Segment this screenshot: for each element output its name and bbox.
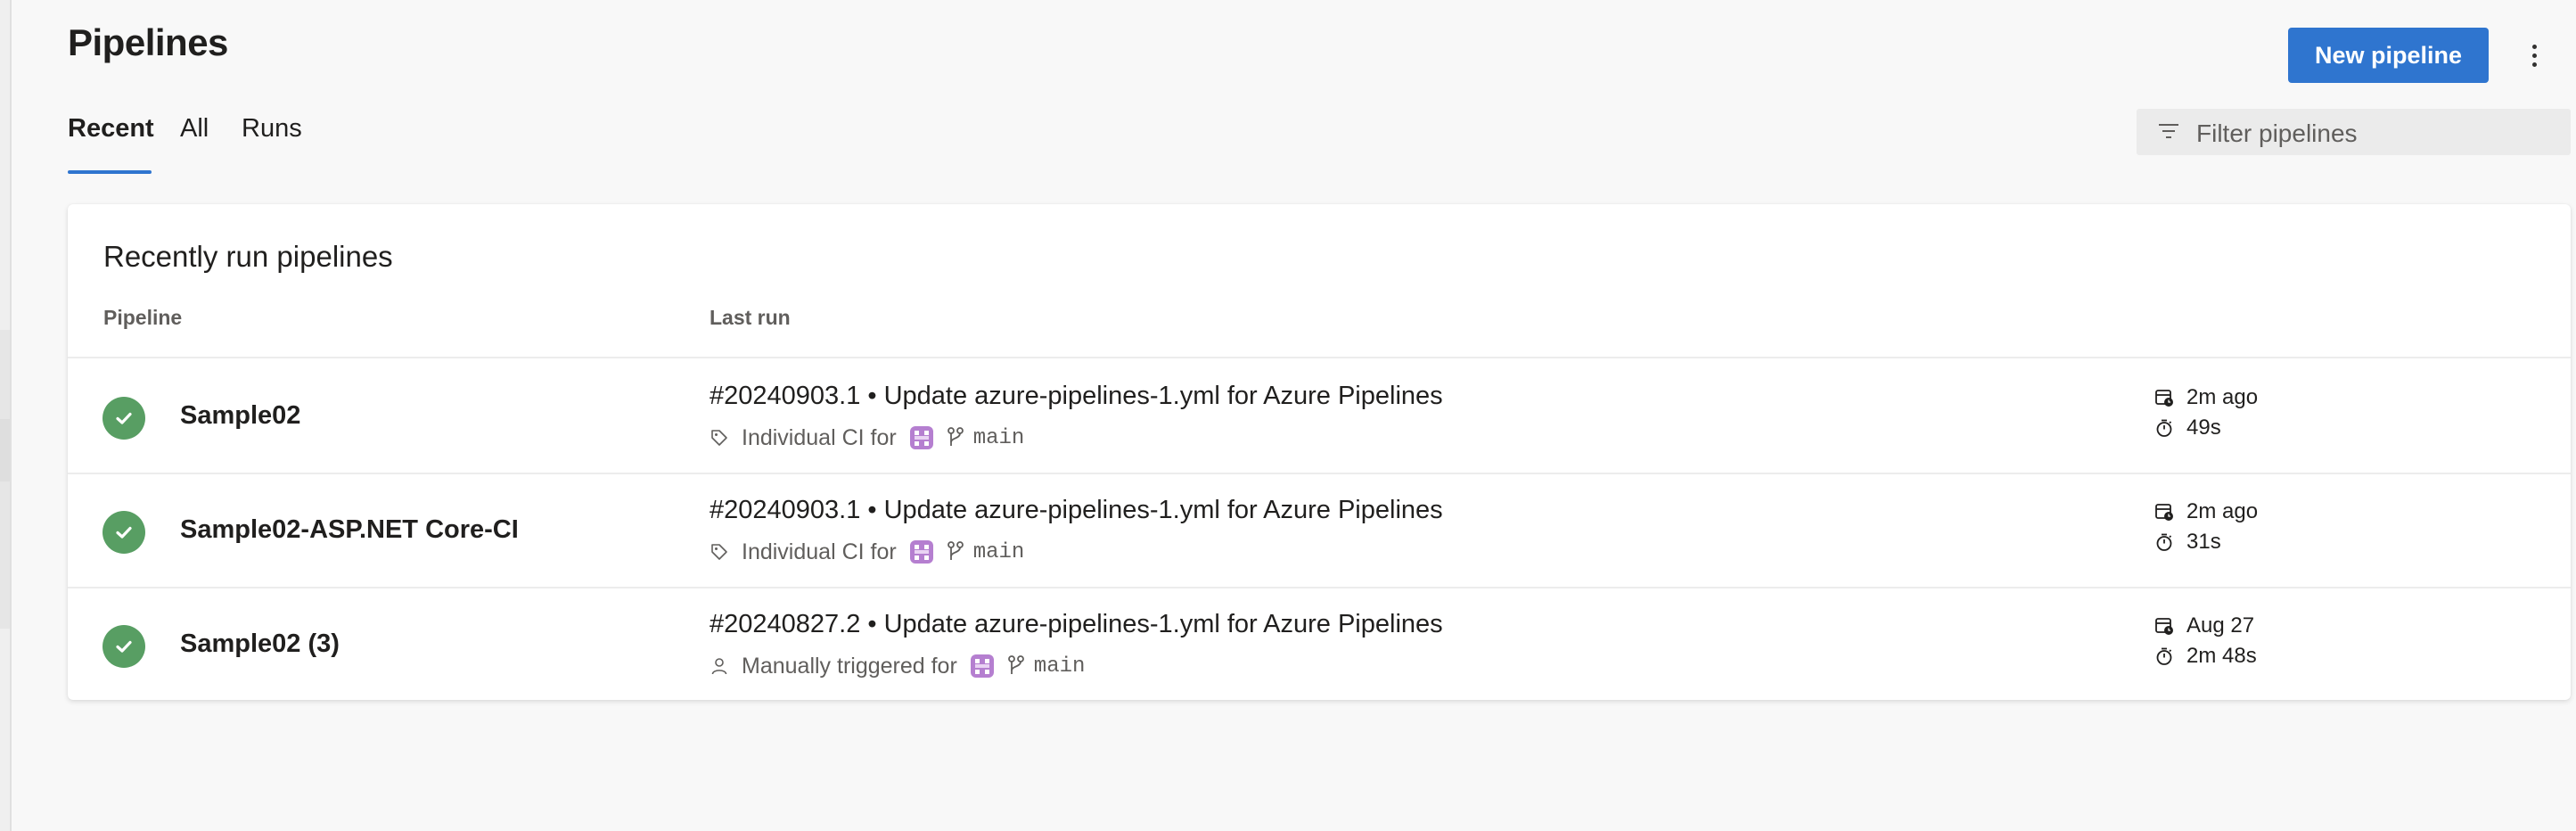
run-duration: 2m 48s — [2154, 644, 2257, 669]
run-duration-value: 2m 48s — [2186, 644, 2257, 668]
run-trigger-info: Individual CI for main — [710, 538, 1024, 566]
repository-avatar-icon — [909, 540, 933, 564]
column-header-pipeline: Pipeline — [103, 306, 183, 329]
branch-icon — [1007, 655, 1024, 674]
trigger-text: Individual CI for — [742, 424, 897, 450]
active-tab-indicator — [68, 170, 152, 174]
status-succeeded-icon — [103, 397, 145, 440]
run-title-link[interactable]: #20240903.1 • Update azure-pipelines-1.y… — [710, 496, 1443, 525]
tab-runs[interactable]: Runs — [242, 114, 302, 144]
run-start-time: 2m ago — [2154, 499, 2258, 524]
run-duration: 31s — [2154, 530, 2221, 555]
tag-icon — [711, 544, 727, 560]
page-title: Pipelines — [68, 21, 228, 63]
pipeline-row[interactable]: Sample02-ASP.NET Core-CI #20240903.1 • U… — [68, 473, 2571, 588]
tab-recent[interactable]: Recent — [68, 114, 154, 144]
stopwatch-icon — [2156, 419, 2172, 437]
run-when: Aug 27 — [2186, 613, 2255, 638]
repository-avatar-icon — [970, 654, 994, 678]
column-header-last-run: Last run — [710, 306, 791, 329]
rail-segment — [0, 481, 10, 629]
run-duration-value: 49s — [2186, 416, 2221, 440]
trigger-text: Manually triggered for — [742, 653, 957, 679]
left-navigation-rail — [0, 0, 12, 831]
branch-icon — [947, 427, 964, 446]
filter-placeholder: Filter pipelines — [2196, 119, 2358, 147]
run-trigger-info: Individual CI for main — [710, 424, 1024, 452]
more-actions-icon[interactable] — [2523, 37, 2546, 73]
trigger-text: Individual CI for — [742, 539, 897, 564]
pipeline-row[interactable]: Sample02 (3) #20240827.2 • Update azure-… — [68, 587, 2571, 700]
run-when: 2m ago — [2186, 385, 2259, 409]
branch-name[interactable]: main — [1034, 654, 1086, 679]
rail-segment — [0, 330, 10, 419]
branch-name[interactable]: main — [973, 540, 1025, 564]
pipeline-name-link[interactable]: Sample02 (3) — [180, 629, 340, 659]
tab-all[interactable]: All — [180, 114, 209, 144]
run-title-link[interactable]: #20240827.2 • Update azure-pipelines-1.y… — [710, 610, 1443, 639]
new-pipeline-button[interactable]: New pipeline — [2288, 28, 2489, 83]
run-duration-value: 31s — [2186, 530, 2221, 554]
pipeline-name-link[interactable]: Sample02 — [180, 401, 300, 431]
run-duration: 49s — [2154, 416, 2221, 440]
person-icon — [711, 658, 727, 675]
branch-icon — [947, 541, 964, 560]
stopwatch-icon — [2156, 647, 2172, 665]
calendar-clock-icon — [2155, 504, 2173, 521]
filter-pipelines-input[interactable]: Filter pipelines — [2137, 109, 2571, 155]
branch-name[interactable]: main — [973, 426, 1025, 450]
run-trigger-info: Manually triggered for main — [710, 652, 1085, 680]
run-start-time: 2m ago — [2154, 385, 2258, 410]
run-start-time: Aug 27 — [2154, 613, 2254, 638]
stopwatch-icon — [2156, 533, 2172, 551]
card-title: Recently run pipelines — [103, 240, 393, 273]
pipeline-row[interactable]: Sample02 #20240903.1 • Update azure-pipe… — [68, 358, 2571, 474]
filter-icon — [2159, 124, 2178, 138]
calendar-clock-icon — [2155, 390, 2173, 407]
run-title-link[interactable]: #20240903.1 • Update azure-pipelines-1.y… — [710, 382, 1443, 411]
repository-avatar-icon — [909, 426, 933, 449]
pipeline-name-link[interactable]: Sample02-ASP.NET Core-CI — [180, 515, 519, 545]
status-succeeded-icon — [103, 625, 145, 668]
recent-pipelines-card: Recently run pipelines Pipeline Last run… — [68, 204, 2571, 700]
status-succeeded-icon — [103, 511, 145, 554]
run-when: 2m ago — [2186, 499, 2259, 523]
rail-segment-selected[interactable] — [0, 419, 10, 481]
calendar-clock-icon — [2155, 618, 2173, 635]
tag-icon — [711, 430, 727, 446]
